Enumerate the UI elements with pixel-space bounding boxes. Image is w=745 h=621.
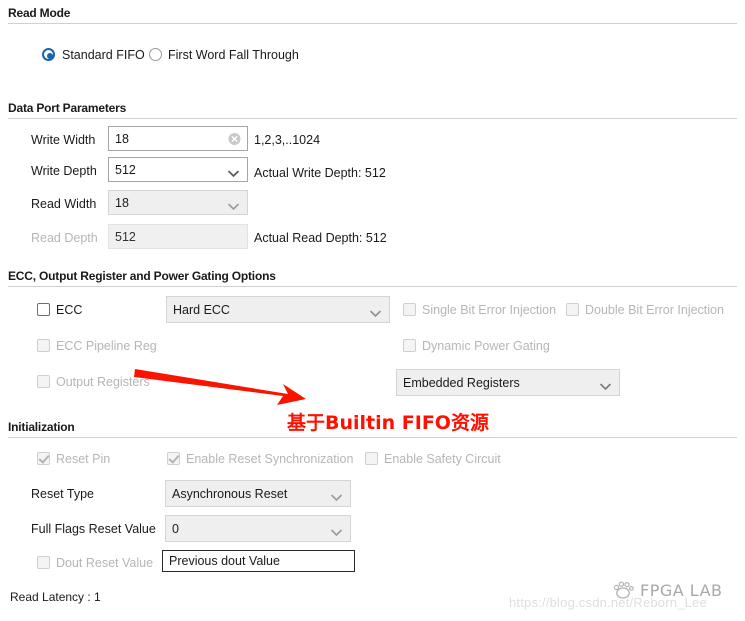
select-ecc-mode[interactable]: Hard ECC xyxy=(166,296,390,323)
section-header-data-port-parameters: Data Port Parameters xyxy=(8,101,127,115)
select-full-flags-reset-value[interactable]: 0 xyxy=(165,515,351,542)
clear-circle-icon[interactable] xyxy=(228,132,241,145)
divider-initialization xyxy=(8,437,737,438)
label-double-bit-error-injection: Double Bit Error Injection xyxy=(585,303,724,317)
checkbox-output-registers xyxy=(37,375,50,388)
chevron-down-icon xyxy=(331,490,342,501)
text-actual-read-depth: Actual Read Depth: 512 xyxy=(254,231,387,245)
select-read-width[interactable]: 18 xyxy=(108,190,248,215)
label-read-width: Read Width xyxy=(31,197,97,211)
hint-write-width: 1,2,3,..1024 xyxy=(254,133,321,147)
radio-label-standard-fifo: Standard FIFO xyxy=(62,48,145,62)
label-full-flags-reset-value: Full Flags Reset Value xyxy=(31,522,156,536)
input-read-depth: 512 xyxy=(108,224,248,249)
radio-label-first-word-fall-through: First Word Fall Through xyxy=(168,48,299,62)
divider-ecc xyxy=(8,286,737,287)
checkbox-dynamic-power-gating xyxy=(403,339,416,352)
radio-first-word-fall-through[interactable] xyxy=(149,48,162,61)
chevron-down-icon xyxy=(228,166,239,177)
checkbox-double-bit-error-injection xyxy=(566,303,579,316)
checkbox-reset-pin xyxy=(37,452,50,465)
label-enable-safety-circuit: Enable Safety Circuit xyxy=(384,452,501,466)
divider-read-mode xyxy=(8,23,737,24)
label-write-depth: Write Depth xyxy=(31,164,97,178)
input-dout-reset-value[interactable]: Previous dout Value xyxy=(162,550,355,572)
annotation-text: 基于Builtin FIFO资源 xyxy=(287,412,489,434)
label-ecc: ECC xyxy=(56,303,83,317)
select-reset-type[interactable]: Asynchronous Reset xyxy=(165,480,351,507)
label-single-bit-error-injection: Single Bit Error Injection xyxy=(422,303,557,317)
chevron-down-icon xyxy=(228,199,239,210)
label-dynamic-power-gating: Dynamic Power Gating xyxy=(422,339,550,353)
input-write-width[interactable]: 18 xyxy=(108,126,248,151)
checkbox-enable-safety-circuit xyxy=(365,452,378,465)
chevron-down-icon xyxy=(370,306,381,317)
radio-standard-fifo[interactable] xyxy=(42,48,55,61)
chevron-down-icon xyxy=(331,525,342,536)
section-header-read-mode: Read Mode xyxy=(8,6,71,20)
label-write-width: Write Width xyxy=(31,133,96,147)
select-reset-type-value: Asynchronous Reset xyxy=(172,486,288,501)
text-actual-write-depth: Actual Write Depth: 512 xyxy=(254,166,386,180)
section-header-initialization: Initialization xyxy=(8,420,75,434)
input-read-depth-value: 512 xyxy=(115,229,136,244)
checkbox-dout-reset-value xyxy=(37,556,50,569)
select-full-flags-reset-value-value: 0 xyxy=(172,521,179,536)
checkbox-ecc-pipeline-reg xyxy=(37,339,50,352)
label-reset-pin: Reset Pin xyxy=(56,452,111,466)
fifo-config-panel: Read Mode Standard FIFO First Word Fall … xyxy=(0,0,745,621)
select-read-width-value: 18 xyxy=(115,195,129,210)
checkbox-enable-reset-synchronization xyxy=(167,452,180,465)
checkbox-single-bit-error-injection xyxy=(403,303,416,316)
chevron-down-icon xyxy=(600,379,611,390)
text-read-latency: Read Latency : 1 xyxy=(10,590,101,604)
section-header-ecc: ECC, Output Register and Power Gating Op… xyxy=(8,269,276,283)
label-ecc-pipeline-reg: ECC Pipeline Reg xyxy=(56,339,157,353)
select-write-depth-value: 512 xyxy=(115,162,136,177)
select-ecc-mode-value: Hard ECC xyxy=(173,302,230,317)
checkbox-ecc[interactable] xyxy=(37,303,50,316)
label-enable-reset-synchronization: Enable Reset Synchronization xyxy=(186,452,354,466)
label-read-depth: Read Depth xyxy=(31,231,98,245)
label-dout-reset-value: Dout Reset Value xyxy=(56,556,154,570)
divider-data-port xyxy=(8,118,737,119)
label-reset-type: Reset Type xyxy=(31,487,95,501)
select-register-mode[interactable]: Embedded Registers xyxy=(396,369,620,396)
select-register-mode-value: Embedded Registers xyxy=(403,375,520,390)
input-write-width-value: 18 xyxy=(115,131,129,146)
watermark-url: https://blog.csdn.net/Reborn_Lee xyxy=(509,595,707,610)
select-write-depth[interactable]: 512 xyxy=(108,157,248,182)
input-dout-reset-value-value: Previous dout Value xyxy=(169,554,280,568)
